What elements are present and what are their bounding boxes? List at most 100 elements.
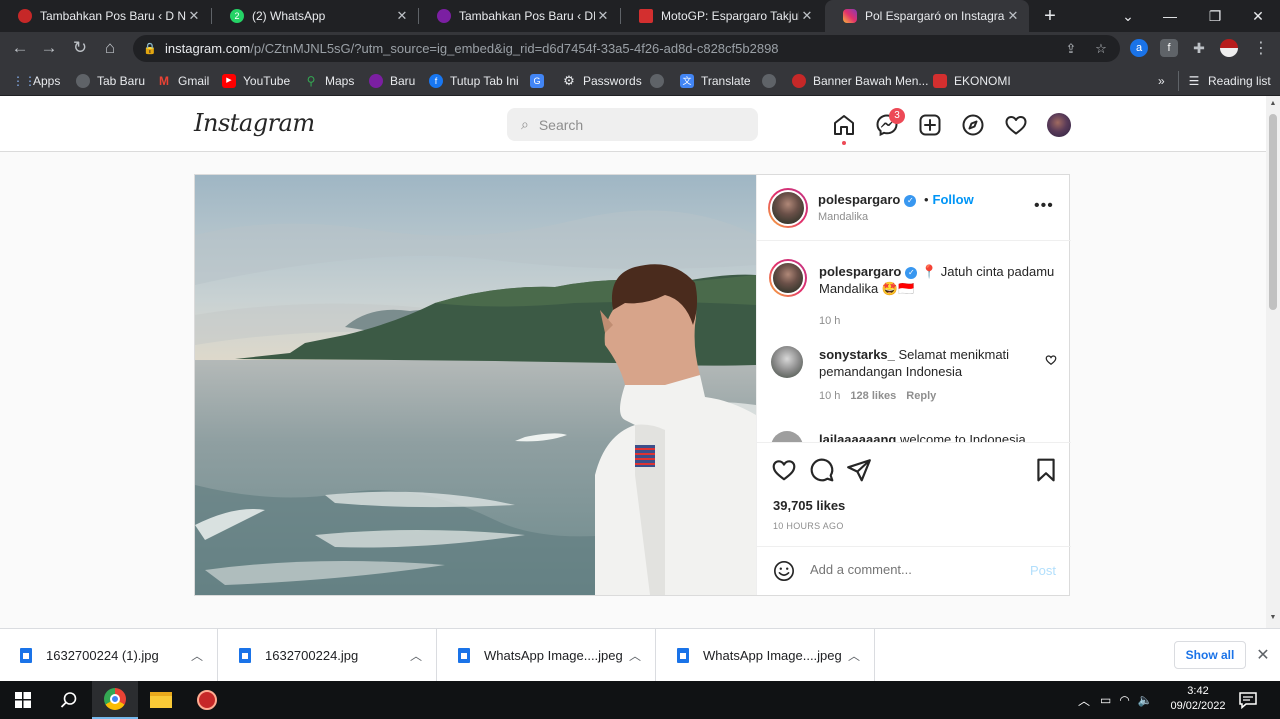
window-close-icon[interactable]: ✕: [1238, 0, 1278, 32]
share-icon[interactable]: ⇪: [1062, 40, 1080, 58]
profile-avatar[interactable]: [1047, 113, 1071, 137]
download-item[interactable]: WhatsApp Image....jpeg ︿: [438, 629, 656, 682]
kebab-menu-icon[interactable]: ⋮: [1252, 40, 1270, 58]
back-arrow-icon[interactable]: ←: [8, 36, 32, 60]
bookmark-apps[interactable]: ⋮⋮ Apps: [12, 71, 60, 91]
battery-icon[interactable]: ▭: [1100, 693, 1111, 707]
tab-dradio[interactable]: Tambahkan Pos Baru ‹ DRadio ✕: [419, 0, 619, 32]
search-input[interactable]: ⌕ Search: [507, 108, 758, 141]
emoji-smiley-icon[interactable]: [773, 560, 795, 582]
caption-username[interactable]: polespargaro: [819, 264, 901, 279]
share-paper-plane-icon[interactable]: [846, 457, 872, 483]
bookmark-translate[interactable]: 文 Translate: [680, 71, 751, 91]
bookmark-tutup-tab[interactable]: f Tutup Tab Ini: [429, 71, 519, 91]
close-downloads-icon[interactable]: ✕: [1254, 645, 1272, 665]
bookmark-google[interactable]: G: [530, 71, 551, 91]
close-icon[interactable]: ✕: [186, 8, 202, 24]
home-active-dot: [842, 141, 846, 145]
bookmark-star-icon[interactable]: ☆: [1092, 40, 1110, 58]
explore-compass-icon[interactable]: [961, 113, 985, 137]
show-all-downloads-button[interactable]: Show all: [1174, 641, 1246, 669]
close-icon[interactable]: ✕: [799, 8, 815, 24]
post-photo[interactable]: [195, 175, 756, 595]
wifi-icon[interactable]: ◠: [1119, 693, 1129, 707]
activity-heart-icon[interactable]: [1004, 113, 1028, 137]
instagram-logo[interactable]: Instagram: [194, 109, 315, 137]
close-icon[interactable]: ✕: [595, 8, 611, 24]
post-location[interactable]: Mandalika: [818, 211, 974, 223]
page-scrollbar[interactable]: ▲ ▼: [1266, 96, 1280, 628]
close-icon[interactable]: ✕: [394, 8, 410, 24]
scrollbar-thumb[interactable]: [1269, 114, 1277, 310]
bookmark-banner[interactable]: Banner Bawah Men...: [792, 71, 928, 91]
owner-avatar[interactable]: [768, 188, 808, 228]
tab-dnews[interactable]: Tambahkan Pos Baru ‹ D News ✕: [0, 0, 210, 32]
chevron-up-icon[interactable]: ︿: [629, 647, 641, 664]
post-comment-button[interactable]: Post: [1030, 563, 1056, 578]
comment-bubble-icon[interactable]: [809, 457, 835, 483]
download-item[interactable]: WhatsApp Image....jpeg ︿: [657, 629, 875, 682]
follow-button[interactable]: Follow: [933, 192, 974, 207]
home-icon[interactable]: [832, 113, 856, 137]
address-bar[interactable]: 🔒 instagram.com/p/CZtnMJNL5sG/?utm_sourc…: [133, 35, 1120, 62]
download-item[interactable]: 1632700224 (1).jpg ︿: [0, 629, 218, 682]
tab-search-chevron-icon[interactable]: ⌄: [1108, 0, 1148, 32]
scroll-down-arrow-icon[interactable]: ▼: [1269, 614, 1277, 621]
bookmark-passwords[interactable]: ⚙ Passwords: [562, 71, 642, 91]
new-tab-button[interactable]: +: [1039, 4, 1061, 28]
extension-a-icon[interactable]: a: [1130, 39, 1148, 57]
bookmark-ekonomi[interactable]: EKONOMI: [933, 71, 1011, 91]
more-bookmarks-chevron[interactable]: »: [1158, 71, 1165, 91]
windows-start-icon[interactable]: [0, 681, 46, 719]
bookmark-baru[interactable]: Baru: [369, 71, 415, 91]
comment-like-heart-icon[interactable]: [1045, 354, 1057, 366]
reload-icon[interactable]: ↻: [68, 36, 92, 60]
comment-username[interactable]: sonystarks_: [819, 347, 895, 362]
close-icon[interactable]: ✕: [1005, 8, 1021, 24]
commenter-avatar[interactable]: [771, 431, 803, 442]
home-icon[interactable]: ⌂: [98, 36, 122, 60]
comment-input[interactable]: [810, 562, 1010, 577]
chevron-up-icon[interactable]: ︿: [191, 647, 203, 664]
tray-chevron-up-icon[interactable]: ︿: [1078, 692, 1090, 709]
save-bookmark-icon[interactable]: [1033, 457, 1059, 483]
bookmark-tab-baru[interactable]: Tab Baru: [76, 71, 145, 91]
scroll-up-arrow-icon[interactable]: ▲: [1269, 100, 1277, 107]
search-icon[interactable]: [46, 681, 92, 719]
download-item[interactable]: 1632700224.jpg ︿: [219, 629, 437, 682]
like-heart-icon[interactable]: [771, 457, 797, 483]
bookmark-youtube[interactable]: ▶ YouTube: [222, 71, 290, 91]
tab-instagram[interactable]: Pol Espargaró on Instagram: ✕: [825, 0, 1029, 32]
tab-motogp[interactable]: MotoGP: Espargaro Takjub Li ✕: [621, 0, 823, 32]
media-app-icon[interactable]: [184, 681, 230, 719]
tab-whatsapp[interactable]: 2 (2) WhatsApp ✕: [212, 0, 418, 32]
caption-avatar[interactable]: [769, 259, 807, 297]
notification-center-icon[interactable]: [1238, 690, 1258, 710]
reply-button[interactable]: Reply: [906, 390, 936, 402]
likes-count[interactable]: 39,705 likes: [773, 498, 845, 513]
bookmark-maps[interactable]: ⚲ Maps: [304, 71, 355, 91]
bookmark-globe[interactable]: [650, 71, 671, 91]
minimize-icon[interactable]: —: [1150, 0, 1190, 32]
volume-icon[interactable]: 🔈: [1138, 693, 1153, 707]
comment-likes[interactable]: 128 likes: [850, 390, 896, 402]
chevron-up-icon[interactable]: ︿: [848, 647, 860, 664]
profile-avatar-icon[interactable]: [1220, 39, 1238, 57]
file-explorer-icon[interactable]: [138, 681, 184, 719]
new-post-icon[interactable]: [918, 113, 942, 137]
reading-list-button[interactable]: ☰ Reading list: [1178, 71, 1271, 91]
chrome-taskbar-icon[interactable]: [92, 681, 138, 719]
taskbar-clock[interactable]: 3:42 09/02/2022: [1168, 684, 1228, 714]
commenter-avatar[interactable]: [771, 346, 803, 378]
forward-arrow-icon[interactable]: →: [37, 36, 61, 60]
dnews-favicon-icon: [18, 9, 32, 23]
restore-icon[interactable]: ❐: [1195, 0, 1235, 32]
chevron-up-icon[interactable]: ︿: [410, 647, 422, 664]
puzzle-extensions-icon[interactable]: ✚: [1190, 39, 1208, 57]
comment-username[interactable]: lailaaaaaang: [819, 432, 896, 442]
bookmark-globe-2[interactable]: [762, 71, 783, 91]
more-options-icon[interactable]: •••: [1034, 197, 1054, 215]
facebook-extension-icon[interactable]: f: [1160, 39, 1178, 57]
bookmark-gmail[interactable]: M Gmail: [157, 71, 209, 91]
owner-username[interactable]: polespargaro: [818, 192, 900, 207]
